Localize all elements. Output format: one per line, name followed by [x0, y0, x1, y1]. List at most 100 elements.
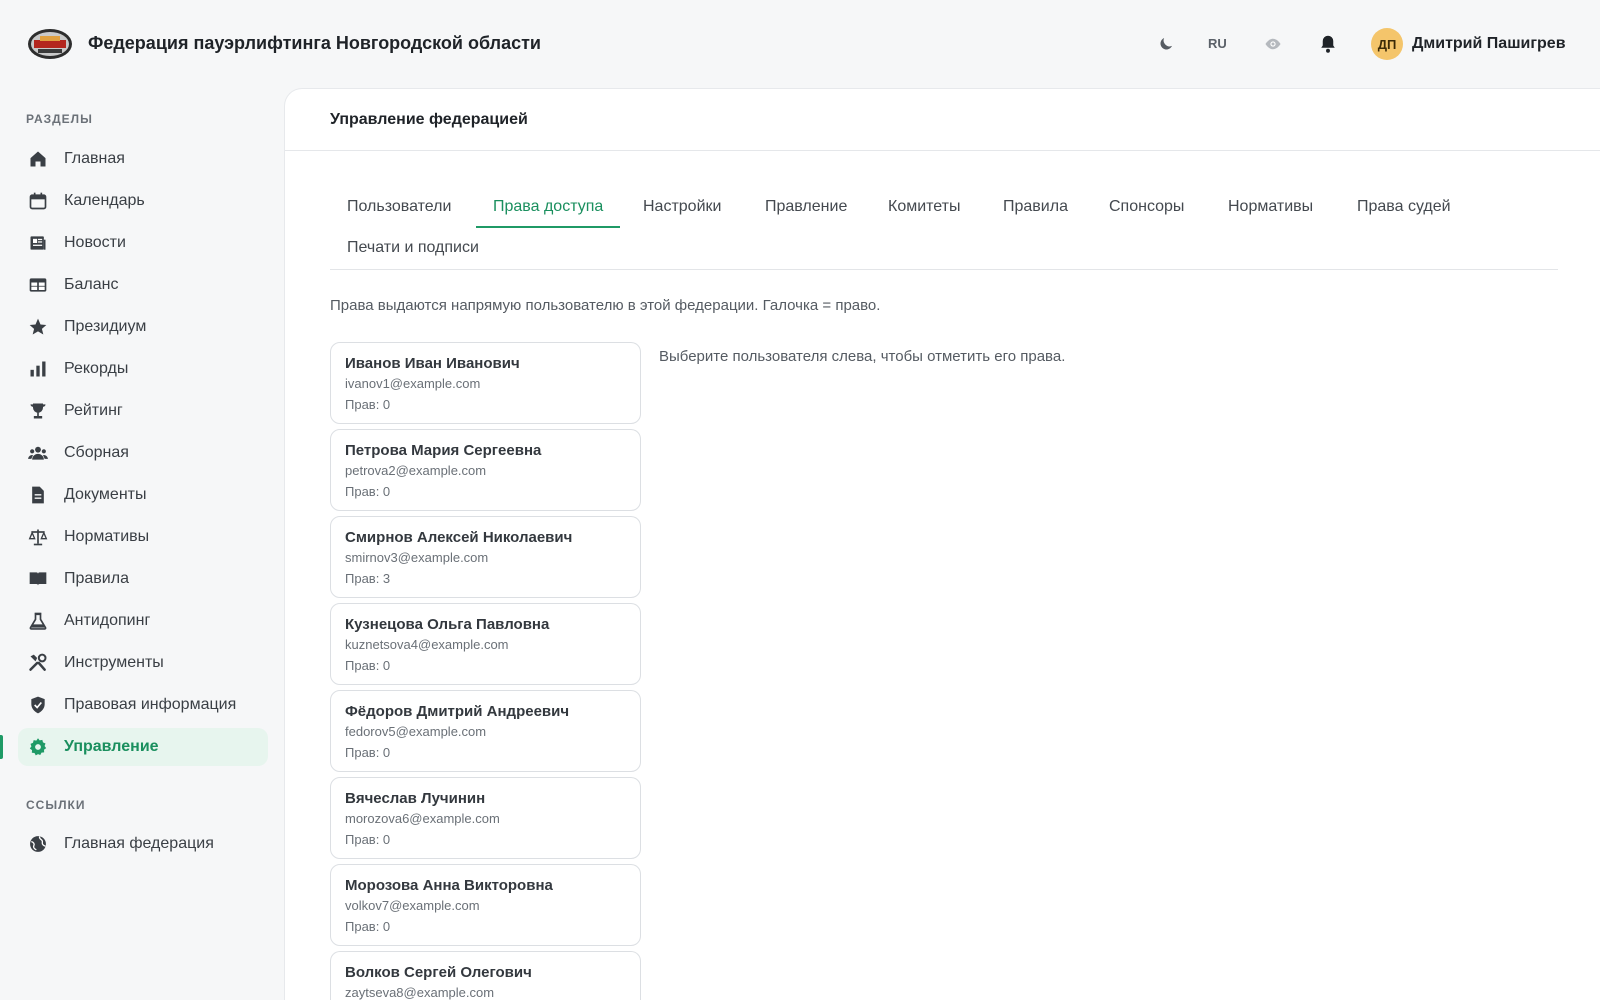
- sidebar-item-calendar[interactable]: Календарь: [18, 182, 268, 220]
- sidebar-item-presidium[interactable]: Президиум: [18, 308, 268, 346]
- moon-icon[interactable]: [1154, 32, 1178, 56]
- home-icon: [27, 148, 49, 170]
- user-card-rights: Прав: 0: [345, 397, 391, 412]
- user-card-name: Кузнецова Ольга Павловна: [345, 616, 550, 633]
- federation-logo-icon[interactable]: [26, 26, 74, 62]
- sidebar-item-legal[interactable]: Правовая информация: [18, 686, 268, 724]
- user-card-rights: Прав: 0: [345, 484, 391, 499]
- panel-header: Управление федерацией: [285, 89, 1600, 151]
- user-card[interactable]: Иванов Иван Иванович ivanov1@example.com…: [330, 342, 641, 424]
- tab-judges-rights[interactable]: Права судей: [1340, 187, 1468, 227]
- rights-hint: Права выдаются напрямую пользователю в э…: [330, 297, 881, 314]
- sidebar-item-home[interactable]: Главная: [18, 140, 268, 178]
- page-title: Управление федерацией: [330, 110, 528, 128]
- sidebar-item-standards[interactable]: Нормативы: [18, 518, 268, 556]
- top-bar: Федерация пауэрлифтинга Новгородской обл…: [0, 0, 1600, 88]
- sidebar-item-label: Правовая информация: [64, 696, 237, 713]
- bar-chart-icon: [27, 358, 49, 380]
- tab-board[interactable]: Правление: [748, 187, 864, 227]
- sidebar-item-documents[interactable]: Документы: [18, 476, 268, 514]
- eye-icon[interactable]: [1261, 32, 1285, 56]
- sidebar-item-label: Рекорды: [64, 360, 129, 377]
- sidebar-item-label: Главная федерация: [64, 835, 214, 852]
- sections-heading: РАЗДЕЛЫ: [26, 112, 93, 126]
- tab-users[interactable]: Пользователи: [330, 187, 468, 227]
- sidebar-item-records[interactable]: Рекорды: [18, 350, 268, 388]
- sidebar-item-label: Управление: [64, 738, 159, 755]
- sidebar-item-label: Президиум: [64, 318, 147, 335]
- sidebar-item-label: Сборная: [64, 444, 129, 461]
- tab-access-rights[interactable]: Права доступа: [476, 187, 621, 228]
- sidebar-item-label: Инструменты: [64, 654, 164, 671]
- user-card-rights: Прав: 0: [345, 832, 391, 847]
- sidebar-item-label: Новости: [64, 234, 126, 251]
- table-icon: [27, 274, 49, 296]
- user-card-email: volkov7@example.com: [345, 898, 480, 913]
- language-switch[interactable]: RU: [1208, 36, 1227, 51]
- sidebar-item-news[interactable]: Новости: [18, 224, 268, 262]
- sidebar-item-label: Главная: [64, 150, 125, 167]
- tab-settings[interactable]: Настройки: [626, 187, 738, 227]
- user-card-email: petrova2@example.com: [345, 463, 487, 478]
- user-card-name: Иванов Иван Иванович: [345, 355, 520, 372]
- user-card[interactable]: Кузнецова Ольга Павловна kuznetsova4@exa…: [330, 603, 641, 685]
- trophy-icon: [27, 400, 49, 422]
- user-card-email: smirnov3@example.com: [345, 550, 489, 565]
- document-icon: [27, 484, 49, 506]
- calendar-icon: [27, 190, 49, 212]
- main-panel: Управление федерацией Пользователи Права…: [284, 88, 1600, 1000]
- links-heading: ССЫЛКИ: [26, 798, 86, 812]
- user-card[interactable]: Петрова Мария Сергеевна petrova2@example…: [330, 429, 641, 511]
- user-card-email: zaytseva8@example.com: [345, 985, 495, 1000]
- sidebar-item-balance[interactable]: Баланс: [18, 266, 268, 304]
- sidebar-item-team[interactable]: Сборная: [18, 434, 268, 472]
- sidebar-item-management[interactable]: Управление: [18, 728, 268, 766]
- tab-committees[interactable]: Комитеты: [871, 187, 978, 227]
- sidebar-item-label: Календарь: [64, 192, 145, 209]
- tools-icon: [27, 652, 49, 674]
- sidebar-item-antidoping[interactable]: Антидопинг: [18, 602, 268, 640]
- sidebar-item-label: Правила: [64, 570, 129, 587]
- sidebar-item-tools[interactable]: Инструменты: [18, 644, 268, 682]
- select-user-message: Выберите пользователя слева, чтобы отмет…: [659, 348, 1066, 365]
- tab-rules[interactable]: Правила: [986, 187, 1085, 227]
- user-card[interactable]: Смирнов Алексей Николаевич smirnov3@exam…: [330, 516, 641, 598]
- user-name[interactable]: Дмитрий Пашигрев: [1412, 35, 1566, 53]
- user-card-name: Смирнов Алексей Николаевич: [345, 529, 573, 546]
- user-card-email: morozova6@example.com: [345, 811, 500, 826]
- sidebar-link-main-federation[interactable]: Главная федерация: [18, 825, 268, 863]
- sidebar-item-label: Рейтинг: [64, 402, 123, 419]
- user-card[interactable]: Фёдоров Дмитрий Андреевич fedorov5@examp…: [330, 690, 641, 772]
- user-card-rights: Прав: 0: [345, 919, 391, 934]
- user-card-name: Петрова Мария Сергеевна: [345, 442, 542, 459]
- user-card[interactable]: Волков Сергей Олегович zaytseva8@example…: [330, 951, 641, 1000]
- avatar[interactable]: ДП: [1371, 28, 1403, 60]
- user-card[interactable]: Морозова Анна Викторовна volkov7@example…: [330, 864, 641, 946]
- user-card-rights: Прав: 3: [345, 571, 391, 586]
- user-card-email: kuznetsova4@example.com: [345, 637, 509, 652]
- active-indicator: [0, 735, 3, 759]
- app-title: Федерация пауэрлифтинга Новгородской обл…: [88, 33, 541, 53]
- bell-icon[interactable]: [1316, 32, 1340, 56]
- user-card-name: Фёдоров Дмитрий Андреевич: [345, 703, 570, 720]
- book-icon: [27, 568, 49, 590]
- user-card-email: fedorov5@example.com: [345, 724, 487, 739]
- user-card[interactable]: Вячеслав Лучинин morozova6@example.com П…: [330, 777, 641, 859]
- user-card-name: Морозова Анна Викторовна: [345, 877, 553, 894]
- sidebar: РАЗДЕЛЫ Главная Календарь Новости Баланс…: [0, 88, 284, 1000]
- sidebar-item-rating[interactable]: Рейтинг: [18, 392, 268, 430]
- users-icon: [27, 442, 49, 464]
- tab-standards[interactable]: Нормативы: [1211, 187, 1330, 227]
- tab-seals-signatures[interactable]: Печати и подписи: [330, 228, 496, 268]
- newspaper-icon: [27, 232, 49, 254]
- user-card-name: Вячеслав Лучинин: [345, 790, 486, 807]
- sidebar-item-label: Нормативы: [64, 528, 150, 545]
- tab-sponsors[interactable]: Спонсоры: [1092, 187, 1201, 227]
- scales-icon: [27, 526, 49, 548]
- gear-icon: [27, 736, 49, 758]
- user-card-email: ivanov1@example.com: [345, 376, 481, 391]
- user-card-rights: Прав: 0: [345, 745, 391, 760]
- sidebar-item-label: Баланс: [64, 276, 119, 293]
- user-card-name: Волков Сергей Олегович: [345, 964, 532, 981]
- sidebar-item-rules[interactable]: Правила: [18, 560, 268, 598]
